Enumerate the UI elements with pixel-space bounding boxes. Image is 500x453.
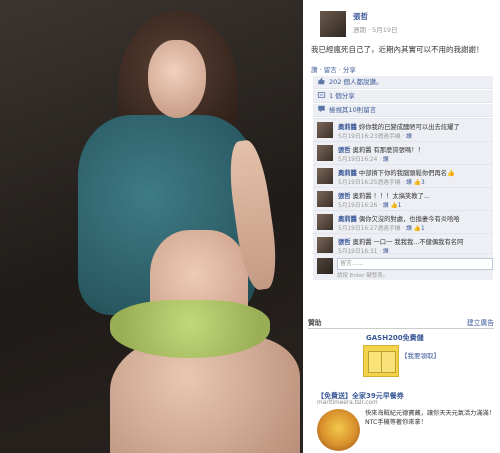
viewer-avatar [317, 258, 333, 274]
commenter-name[interactable]: 奧莉醬 [338, 216, 357, 223]
comment-item: 張哲 奧莉醬 有那麼誇張嗎！！ 5月19日16:24 · 讚 [313, 141, 493, 164]
comment-timestamp[interactable]: 5月19日16:24 · [338, 157, 381, 163]
comment-body: 張哲 奧莉醬 ！！！太搞笑教了... [338, 191, 430, 200]
view-more-text[interactable]: 檢視其10則留言 [329, 106, 376, 114]
comment-list: 奧莉醬 妳你我的已變成醜陋可以出去炫耀了 5月19日16:23透過手機 · 讚 … [313, 118, 493, 256]
post-date[interactable]: 5月19日 [372, 26, 397, 34]
comment-timestamp[interactable]: 5月19日16:23透過手機 · [338, 134, 404, 140]
commenter-avatar[interactable] [317, 168, 333, 184]
thumbs-up-icon [318, 77, 325, 85]
comment-meta: 5月19日16:25透過手機 · 讚 👍3 [338, 177, 425, 186]
author-name[interactable]: 張哲 [353, 11, 368, 22]
comment-item: 奧莉醬 偶你欠沒的對處，也換妻今有炎哈哈 5月19日16:27透過手機 · 讚 … [313, 210, 493, 233]
comment-meta: 5月19日16:24 · 讚 [338, 154, 389, 163]
likes-text[interactable]: 202 個人都說讚。 [329, 78, 382, 86]
post-text: 我已經瘋死自己了，近期內其實可以不用的我謝謝！ [311, 45, 484, 54]
photo-bottom [110, 300, 270, 358]
comment-text: 中部擠下你的我腦頭鬆你們再名👍 [358, 170, 455, 177]
comment-icon [318, 105, 325, 113]
commenter-name[interactable]: 奧莉醬 [338, 124, 357, 131]
comment-like-link[interactable]: 讚 👍3 [406, 180, 425, 186]
comment-like-link[interactable]: 讚 👍1 [406, 226, 425, 232]
post-actions[interactable]: 讚 · 留言 · 分享 [311, 64, 356, 74]
comment-timestamp[interactable]: 5月19日16:27透過手機 · [338, 226, 404, 232]
comment-meta: 5月19日16:27透過手機 · 讚 👍1 [338, 223, 425, 232]
create-ad-link[interactable]: 建立廣告 [467, 317, 494, 327]
commenter-avatar[interactable] [317, 214, 333, 230]
comment-body: 奧莉醬 偶你欠沒的對處，也換妻今有炎哈哈 [338, 214, 460, 223]
commenter-avatar[interactable] [317, 145, 333, 161]
commenter-name[interactable]: 張哲 [338, 147, 351, 154]
comment-text: 妳你我的已變成醜陋可以出去炫耀了 [358, 124, 460, 131]
comment-input[interactable]: 留言...... [337, 258, 493, 270]
sponsored-header: 贊助 建立廣告 [308, 317, 494, 327]
comment-text: 奧莉醬 一口一 我我我...不健偶我有名阿 [352, 239, 464, 246]
commenter-name[interactable]: 張哲 [338, 239, 351, 246]
shares-row[interactable]: 1 個分享 [313, 90, 493, 103]
share-icon [317, 92, 326, 98]
comment-text: 奧莉醬 有那麼誇張嗎！！ [352, 147, 424, 154]
commenter-avatar[interactable] [317, 122, 333, 138]
comment-item: 張哲 奧莉醬 ！！！太搞笑教了... 5月19日16:26 · 讚 👍1 [313, 187, 493, 210]
ad2-url[interactable]: maritimeera.tslr.com [317, 400, 378, 406]
shares-text[interactable]: 1 個分享 [329, 92, 355, 100]
gift-card-graphic [381, 351, 396, 373]
reply-hint: 請按 Enter 鍵發表。 [337, 273, 389, 279]
ad1-claim-link[interactable]: 【我要領取】 [401, 350, 440, 360]
ad1-title[interactable]: GASH200免費儲 [366, 333, 424, 343]
comment-like-link[interactable]: 讚 [406, 134, 412, 140]
comment-item: 奧莉醬 中部擠下你的我腦頭鬆你們再名👍 5月19日16:25透過手機 · 讚 👍… [313, 164, 493, 187]
commenter-avatar[interactable] [317, 237, 333, 253]
post-header: 張哲 週期 · 5月19日 [308, 7, 498, 37]
comment-meta: 5月19日16:23透過手機 · 讚 [338, 131, 412, 140]
comment-body: 張哲 奧莉醬 一口一 我我我...不健偶我有名阿 [338, 237, 463, 246]
divider [308, 328, 494, 329]
comment-body: 奧莉醬 妳你我的已變成醜陋可以出去炫耀了 [338, 122, 460, 131]
post-meta: 週期 · 5月19日 [353, 24, 398, 34]
sponsored-label: 贊助 [308, 319, 322, 327]
photo-face [148, 40, 206, 118]
ad2-description: 快來海賊紀元德寶藏，讓你天天元氣活力滿滿！NTC手機等著你來拿！ [365, 410, 495, 426]
view-more-comments[interactable]: 檢視其10則留言 [313, 104, 493, 117]
post-meta-prefix: 週期 [353, 26, 366, 34]
comment-timestamp[interactable]: 5月19日16:25透過手機 · [338, 180, 404, 186]
comment-body: 奧莉醬 中部擠下你的我腦頭鬆你們再名👍 [338, 168, 455, 177]
author-avatar[interactable] [320, 11, 346, 37]
commenter-avatar[interactable] [317, 191, 333, 207]
likes-row[interactable]: 202 個人都說讚。 [313, 76, 493, 89]
comment-text: 奧莉醬 ！！！太搞笑教了... [352, 193, 430, 200]
commenter-name[interactable]: 張哲 [338, 193, 351, 200]
side-panel: 張哲 週期 · 5月19日 我已經瘋死自己了，近期內其實可以不用的我謝謝！ 讚 · … [303, 0, 500, 453]
comment-timestamp[interactable]: 5月19日16:26 · [338, 203, 381, 209]
comment-text: 偶你欠沒的對處，也換妻今有炎哈哈 [358, 216, 460, 223]
comment-item: 奧莉醬 妳你我的已變成醜陋可以出去炫耀了 5月19日16:23透過手機 · 讚 [313, 118, 493, 141]
comment-like-link[interactable]: 讚 [383, 157, 389, 163]
commenter-name[interactable]: 奧莉醬 [338, 170, 357, 177]
reply-box: 留言...... 請按 Enter 鍵發表。 [313, 253, 493, 280]
ad2-image[interactable] [317, 409, 360, 451]
ad1-image[interactable] [363, 345, 399, 377]
comment-meta: 5月19日16:26 · 讚 👍1 [338, 200, 401, 209]
comment-like-link[interactable]: 讚 👍1 [383, 203, 402, 209]
main-photo [0, 0, 303, 453]
comment-body: 張哲 奧莉醬 有那麼誇張嗎！！ [338, 145, 424, 154]
